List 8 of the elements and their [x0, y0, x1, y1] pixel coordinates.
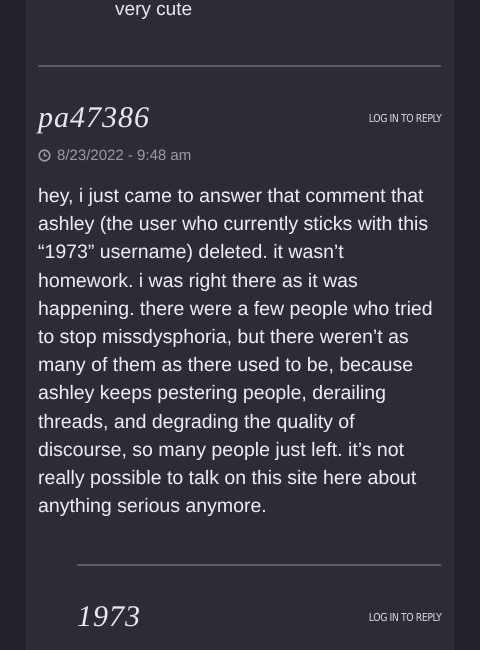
comment-date: 8/23/2022 - 9:48 am: [57, 147, 192, 164]
comment-author: 1973: [77, 600, 141, 634]
comment-text: hey, i just came to answer that comment that ashley (the user who currently sticks with this “1973” username) deleted. it wasn’t homework. i was right there as it was happening. there were a few people who tried to stop missdysphoria, but there weren’t as many of them as there used to be, because ashley keeps pestering people, derailing threads, and degrading the quality of discourse, so many people just left. it’s not really possible to talk on this site here about anything serious anymore.: [38, 184, 434, 520]
log-in-to-reply-link[interactable]: LOG IN TO REPLY: [368, 610, 441, 624]
log-in-to-reply-link[interactable]: LOG IN TO REPLY: [368, 112, 441, 124]
comment-text: very cute: [115, 0, 194, 19]
comment-author: pa47386: [38, 101, 150, 135]
clock-icon: [38, 149, 51, 162]
